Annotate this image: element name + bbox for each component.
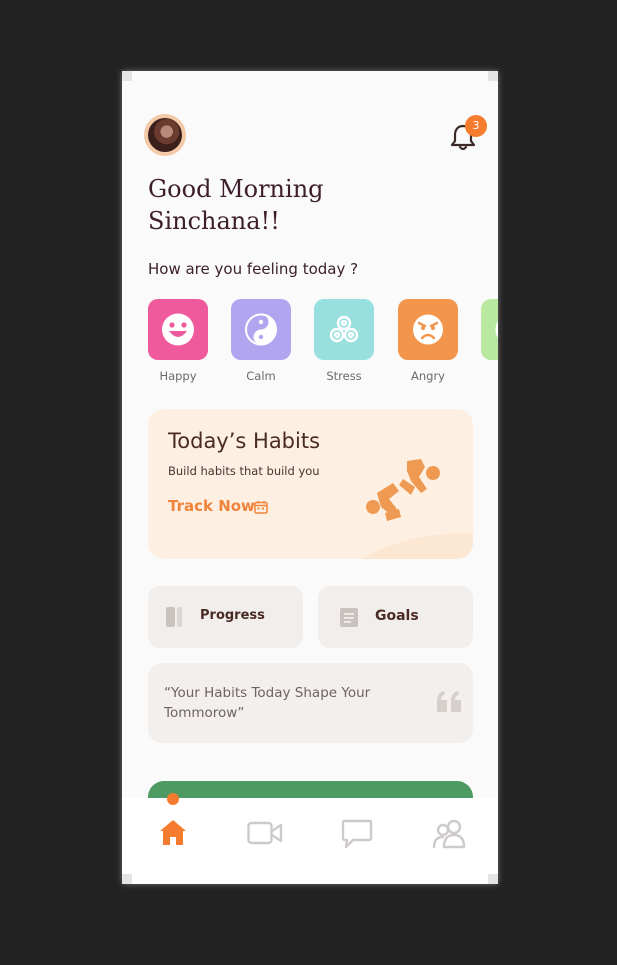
active-tab-indicator (167, 793, 179, 805)
yin-yang-icon (245, 313, 277, 346)
goals-label: Goals (375, 608, 419, 624)
mood-label: Happy (159, 369, 197, 383)
mood-happy[interactable]: Happy (148, 299, 208, 383)
quote-icon (437, 691, 461, 712)
angry-face-icon (413, 314, 443, 345)
track-now-link[interactable]: Track Now (168, 497, 255, 515)
greeting: Good Morning Sinchana!! (148, 173, 448, 237)
mood-label: Calm (246, 369, 276, 383)
quote-card: “Your Habits Today Shape Your Tommorow” (148, 663, 473, 743)
card-wave-decoration (361, 533, 473, 559)
progress-label: Progress (200, 608, 265, 623)
mood-label: Angry (411, 369, 445, 383)
phone-screen: 3 Good Morning Sinchana!! How are you fe… (122, 71, 498, 884)
mood-tile-stress[interactable] (314, 299, 374, 360)
habits-card[interactable]: Today’s Habits Build habits that build y… (148, 409, 473, 559)
habits-title: Today’s Habits (168, 429, 321, 453)
corner-marker (122, 874, 132, 884)
calendar-icon[interactable] (254, 500, 268, 514)
mood-tile-angry[interactable] (398, 299, 458, 360)
corner-marker (122, 71, 132, 81)
bottom-tab-bar (122, 793, 498, 884)
smiling-face-icon (162, 313, 194, 346)
triskelion-icon (329, 315, 359, 343)
habits-subtitle: Build habits that build you (168, 464, 320, 478)
progress-tile[interactable]: Progress (148, 586, 303, 648)
home-icon[interactable] (159, 818, 187, 846)
user-name: Sinchana!! (148, 207, 280, 235)
mood-calm[interactable]: Calm (231, 299, 291, 383)
avatar-photo (148, 118, 182, 152)
mood-tile-happy[interactable] (148, 299, 208, 360)
mood-stress[interactable]: Stress (314, 299, 374, 383)
mood-partial[interactable] (481, 299, 498, 360)
mood-tile-calm[interactable] (231, 299, 291, 360)
mood-label: Stress (326, 369, 362, 383)
exercise-figures-icon (366, 459, 440, 521)
notification-badge: 3 (465, 115, 487, 137)
mood-list: Happy Calm Stress Angry (148, 299, 498, 389)
goals-tile[interactable]: Goals (318, 586, 473, 648)
corner-marker (488, 71, 498, 81)
greeting-line: Good Morning (148, 175, 324, 203)
quote-text: “Your Habits Today Shape Your Tommorow” (164, 685, 371, 721)
video-icon[interactable] (247, 821, 283, 845)
avatar[interactable] (144, 114, 186, 156)
goals-list-icon (340, 608, 358, 627)
mood-angry[interactable]: Angry (398, 299, 458, 383)
mood-icon (495, 321, 498, 338)
progress-icon (166, 607, 182, 627)
chat-icon[interactable] (341, 819, 373, 849)
corner-marker (488, 874, 498, 884)
mood-tile-partial[interactable] (481, 299, 498, 360)
mood-question: How are you feeling today ? (148, 260, 359, 278)
community-icon[interactable] (432, 819, 466, 849)
